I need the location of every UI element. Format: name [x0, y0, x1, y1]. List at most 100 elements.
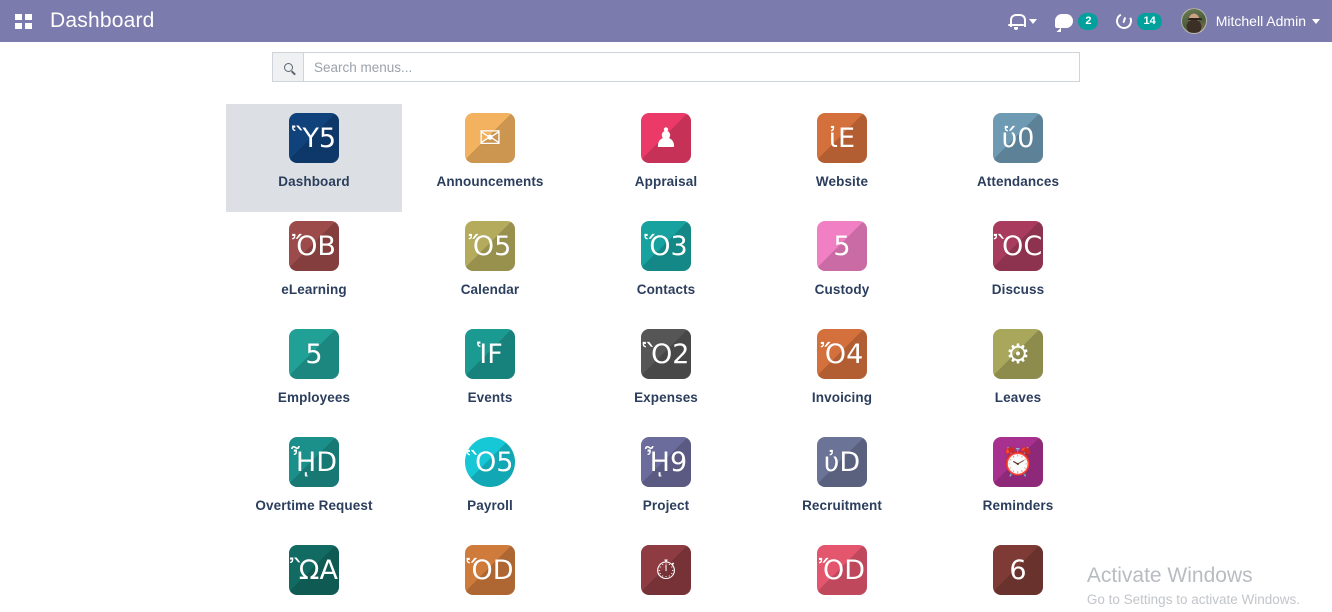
- recruitment-search-person-icon: ὐD: [817, 437, 867, 487]
- app-label: Appraisal: [635, 174, 697, 189]
- app-glyph: ♟: [654, 125, 678, 152]
- app-label: Events: [468, 390, 513, 405]
- app-glyph: ⏰: [1001, 449, 1035, 476]
- events-ticket-icon: ἹF: [465, 329, 515, 379]
- search-icon: [284, 63, 293, 72]
- apps-area: Ὓ5 Dashboard ✉ Announcements ♟ Appraisal ἰE Web…: [0, 104, 1332, 612]
- app-tile-travel-map-pin[interactable]: ὌD: [754, 536, 930, 612]
- app-label: Invoicing: [812, 390, 872, 405]
- app-label: Employees: [278, 390, 350, 405]
- elearning-board-icon: ὌB: [289, 221, 339, 271]
- app-glyph: ὍD: [467, 557, 514, 584]
- app-tile-timesheet-stopwatch[interactable]: ⏱: [578, 536, 754, 612]
- contacts-book-icon: Ὅ3: [641, 221, 691, 271]
- employees-group-icon: ὆5: [289, 329, 339, 379]
- messages-button[interactable]: 2: [1046, 0, 1107, 42]
- app-tile-reminders-alarm-clock[interactable]: ⏰ Reminders: [930, 428, 1106, 536]
- app-glyph: ✉: [479, 125, 502, 152]
- app-tile-announcement-envelope[interactable]: ✉ Announcements: [402, 104, 578, 212]
- app-tile-dashboard-monitor[interactable]: Ὓ5 Dashboard: [226, 104, 402, 212]
- app-label: Overtime Request: [255, 498, 372, 513]
- app-tile-contacts-book[interactable]: Ὅ3 Contacts: [578, 212, 754, 320]
- leaves-person-gear-icon: ⚙: [993, 329, 1043, 379]
- app-label: Announcements: [436, 174, 543, 189]
- app-glyph: Ὄ4: [821, 341, 864, 368]
- app-label: Website: [816, 174, 868, 189]
- chevron-down-icon: [1312, 19, 1320, 24]
- menu-search-bar: [272, 52, 1080, 82]
- travel-map-pin-icon: ὌD: [817, 545, 867, 595]
- top-navbar: Dashboard 2 14 Mitchell Admin: [0, 0, 1332, 42]
- project-puzzle-icon: ᾞ9: [641, 437, 691, 487]
- app-label: Payroll: [467, 498, 513, 513]
- app-tile-survey-clipboard[interactable]: ὍD: [402, 536, 578, 612]
- app-glyph: Ὃ5: [467, 449, 514, 476]
- app-tile-elearning-board[interactable]: ὌB eLearning: [226, 212, 402, 320]
- app-tile-recruitment-search-person[interactable]: ὐD Recruitment: [754, 428, 930, 536]
- activities-count-badge: 14: [1137, 13, 1161, 30]
- app-label: Expenses: [634, 390, 698, 405]
- app-label: Discuss: [992, 282, 1044, 297]
- overtime-gauge-icon: ᾞD: [289, 437, 339, 487]
- custody-devices-icon: ὚5: [817, 221, 867, 271]
- app-tile-employees-group[interactable]: ὆5 Employees: [226, 320, 402, 428]
- attendance-person-clock-icon: ὕ0: [993, 113, 1043, 163]
- apps-menu-toggle[interactable]: [0, 0, 46, 42]
- app-tile-payroll-money[interactable]: Ὃ5 Payroll: [402, 428, 578, 536]
- activities-button[interactable]: 14: [1107, 0, 1170, 42]
- apps-grid-icon: [15, 14, 32, 29]
- app-glyph: ἰE: [829, 125, 855, 152]
- app-tile-events-ticket[interactable]: ἹF Events: [402, 320, 578, 428]
- search-input[interactable]: [304, 53, 1079, 81]
- app-tile-employee-exit-door[interactable]: ὪA: [226, 536, 402, 612]
- app-tile-invoicing-document[interactable]: Ὄ4 Invoicing: [754, 320, 930, 428]
- search-button[interactable]: [273, 53, 304, 81]
- website-globe-icon: ἰE: [817, 113, 867, 163]
- app-glyph: ὆5: [305, 341, 322, 368]
- app-glyph: ⚙: [1006, 341, 1030, 368]
- app-label: eLearning: [281, 282, 346, 297]
- invoicing-document-icon: Ὄ4: [817, 329, 867, 379]
- discuss-bubble-icon: ὊC: [993, 221, 1043, 271]
- app-label: Reminders: [983, 498, 1054, 513]
- app-label: Contacts: [637, 282, 696, 297]
- user-menu[interactable]: Mitchell Admin: [1171, 0, 1326, 42]
- app-label: Attendances: [977, 174, 1059, 189]
- expenses-person-dollar-icon: Ὃ2: [641, 329, 691, 379]
- app-tile-expenses-person-dollar[interactable]: Ὃ2 Expenses: [578, 320, 754, 428]
- app-glyph: ὌB: [292, 233, 336, 260]
- appraisal-person-icon: ♟: [641, 113, 691, 163]
- app-glyph: ὐD: [824, 449, 860, 476]
- app-glyph: ἹF: [477, 341, 503, 368]
- inventory-boxes-icon: ὎6: [993, 545, 1043, 595]
- chevron-down-icon: [1029, 19, 1037, 24]
- app-label: Custody: [815, 282, 870, 297]
- bell-icon: [1009, 13, 1023, 29]
- app-glyph: Ὓ5: [292, 125, 336, 152]
- notifications-button[interactable]: [1000, 0, 1046, 42]
- apps-grid: Ὓ5 Dashboard ✉ Announcements ♟ Appraisal ἰE Web…: [226, 104, 1106, 612]
- announcement-envelope-icon: ✉: [465, 113, 515, 163]
- app-glyph: Ὅ3: [644, 233, 687, 260]
- app-tile-project-puzzle[interactable]: ᾞ9 Project: [578, 428, 754, 536]
- app-tile-discuss-bubble[interactable]: ὊC Discuss: [930, 212, 1106, 320]
- app-glyph: ⏱: [655, 557, 676, 584]
- app-tile-inventory-boxes[interactable]: ὎6: [930, 536, 1106, 612]
- chat-bubble-icon: [1055, 14, 1073, 28]
- app-glyph: ὎6: [1009, 557, 1026, 584]
- app-glyph: ᾞ9: [645, 449, 687, 476]
- app-glyph: Ὃ2: [643, 341, 690, 368]
- app-label: Project: [643, 498, 689, 513]
- app-tile-attendance-person-clock[interactable]: ὕ0 Attendances: [930, 104, 1106, 212]
- app-tile-appraisal-person[interactable]: ♟ Appraisal: [578, 104, 754, 212]
- app-tile-website-globe[interactable]: ἰE Website: [754, 104, 930, 212]
- timesheet-stopwatch-icon: ⏱: [641, 545, 691, 595]
- app-tile-leaves-person-gear[interactable]: ⚙ Leaves: [930, 320, 1106, 428]
- employee-exit-door-icon: ὪA: [289, 545, 339, 595]
- app-tile-custody-devices[interactable]: ὚5 Custody: [754, 212, 930, 320]
- app-tile-calendar[interactable]: Ὄ5 Calendar: [402, 212, 578, 320]
- calendar-icon: Ὄ5: [465, 221, 515, 271]
- reminders-alarm-clock-icon: ⏰: [993, 437, 1043, 487]
- activity-clock-icon: [1114, 11, 1134, 31]
- app-tile-overtime-gauge[interactable]: ᾞD Overtime Request: [226, 428, 402, 536]
